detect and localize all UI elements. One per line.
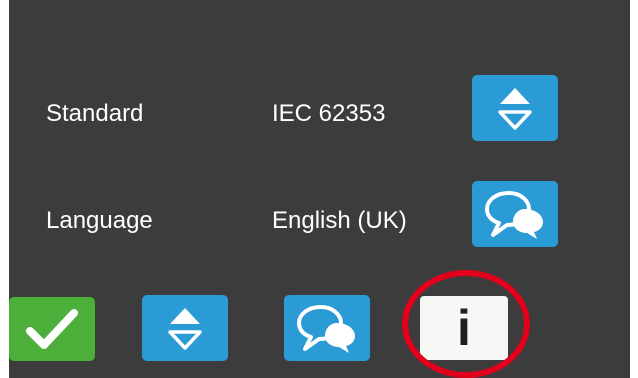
standard-value: IEC 62353 xyxy=(272,100,386,127)
device-screen: Standard IEC 62353 Language English (UK) xyxy=(9,0,630,378)
language-value: English (UK) xyxy=(272,207,407,234)
standard-select-toolbar-button[interactable] xyxy=(142,295,228,361)
confirm-button[interactable] xyxy=(9,297,95,361)
standard-select-button[interactable] xyxy=(472,75,558,141)
language-select-toolbar-button[interactable] xyxy=(284,295,370,361)
checkmark-icon xyxy=(26,309,78,349)
language-label: Language xyxy=(46,207,153,234)
info-button[interactable]: i xyxy=(420,296,508,360)
language-select-button[interactable] xyxy=(472,181,558,247)
info-icon: i xyxy=(457,300,471,356)
speech-bubbles-icon xyxy=(485,191,543,239)
standard-label: Standard xyxy=(46,100,144,127)
up-down-arrows-icon xyxy=(498,88,532,130)
speech-bubbles-icon xyxy=(297,305,355,353)
up-down-arrows-icon xyxy=(168,308,202,350)
